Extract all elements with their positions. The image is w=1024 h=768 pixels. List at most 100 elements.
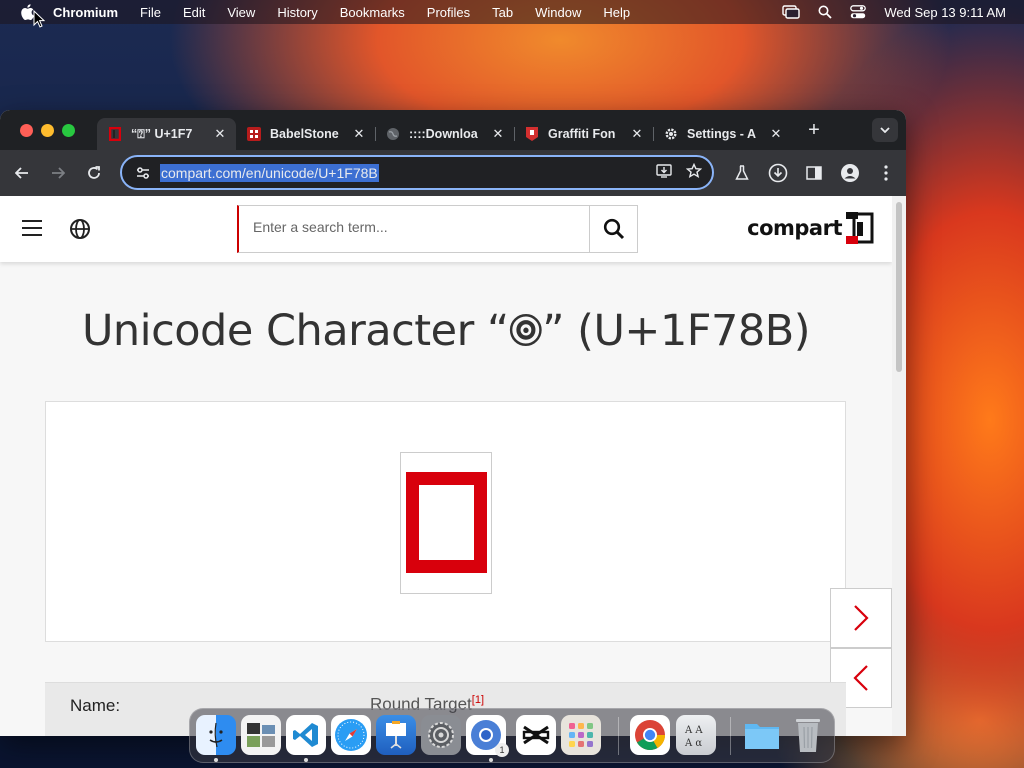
control-center-icon[interactable] — [850, 5, 867, 19]
logo-text: compart — [747, 216, 842, 240]
zoom-window-button[interactable] — [62, 123, 75, 137]
font-book-icon[interactable]: A A A α — [676, 715, 716, 755]
profile-button[interactable] — [832, 155, 868, 191]
round-target-glyph-icon — [406, 472, 487, 573]
dock: 1 A A A α — [189, 708, 835, 763]
url-text[interactable]: compart.com/en/unicode/U+1F78B — [160, 163, 379, 182]
compart-logo-mark-icon — [846, 212, 874, 244]
compart-icon — [107, 126, 123, 142]
vscode-icon[interactable] — [286, 715, 326, 755]
vscode-running-indicator — [304, 758, 308, 762]
capcut-icon[interactable] — [516, 715, 556, 755]
tab-title: ::::Downloa — [409, 127, 478, 141]
svg-text:A A: A A — [684, 725, 703, 736]
tab-close-icon[interactable]: ✕ — [629, 126, 645, 142]
menu-chromium[interactable]: Chromium — [53, 5, 118, 20]
screen-mirroring-icon[interactable] — [782, 5, 801, 19]
window-controls — [20, 123, 75, 137]
downloads-button[interactable] — [760, 155, 796, 191]
chevron-down-icon — [880, 127, 890, 133]
tab-title: BabelStone — [270, 127, 339, 141]
menu-file[interactable]: File — [140, 5, 161, 20]
next-character-button[interactable] — [830, 588, 892, 648]
folder-icon[interactable] — [742, 715, 782, 755]
tab-graffiti-fonts[interactable]: Graffiti Fon ✕ — [514, 118, 654, 150]
close-window-button[interactable] — [20, 123, 33, 137]
tab-close-icon[interactable]: ✕ — [212, 126, 228, 142]
new-tab-button[interactable]: + — [802, 119, 826, 142]
site-search-input[interactable] — [253, 219, 583, 235]
glyph-display-panel — [45, 401, 846, 642]
menu-bar-clock[interactable]: Wed Sep 13 9:11 AM — [884, 5, 1006, 20]
name-label: Name: — [70, 696, 121, 715]
menu-help[interactable]: Help — [603, 5, 630, 20]
search-icon — [603, 218, 624, 240]
reload-icon — [88, 166, 100, 179]
tab-close-icon[interactable]: ✕ — [768, 126, 784, 142]
mouse-pointer-icon — [33, 10, 45, 28]
spotlight-search-icon[interactable] — [818, 5, 832, 19]
profile-avatar-icon — [841, 164, 859, 182]
menu-edit[interactable]: Edit — [183, 5, 205, 20]
menu-history[interactable]: History — [277, 5, 317, 20]
trash-icon[interactable] — [788, 715, 828, 755]
tab-title: “⍰” U+1F7 — [131, 126, 193, 141]
browser-toolbar: compart.com/en/unicode/U+1F78B — [0, 150, 906, 196]
chromium-badge: 1 — [495, 743, 509, 757]
site-info-icon[interactable] — [128, 166, 158, 179]
menu-profiles[interactable]: Profiles — [427, 5, 470, 20]
scrollbar-thumb[interactable] — [896, 202, 902, 372]
system-settings-icon[interactable] — [421, 715, 461, 755]
tab-close-icon[interactable]: ✕ — [351, 126, 367, 142]
finder-icon[interactable] — [196, 715, 236, 755]
browser-menu-button[interactable] — [868, 155, 904, 191]
download-icon — [768, 163, 788, 183]
page-scrollbar[interactable] — [892, 196, 906, 736]
tab-search-button[interactable] — [872, 118, 898, 142]
language-globe-icon[interactable] — [69, 218, 91, 240]
chromium-running-indicator — [489, 758, 493, 762]
tab-close-icon[interactable]: ✕ — [490, 126, 506, 142]
back-button[interactable] — [4, 155, 40, 191]
dock-divider — [618, 717, 619, 755]
photo-browser-icon[interactable] — [241, 715, 281, 755]
compart-logo[interactable]: compart — [747, 212, 874, 244]
tab-title: Settings - A — [687, 127, 756, 141]
keynote-icon[interactable] — [376, 715, 416, 755]
launchpad-icon[interactable] — [561, 715, 601, 755]
babelstone-icon — [246, 126, 262, 142]
menu-window[interactable]: Window — [535, 5, 581, 20]
tab-babelstone[interactable]: BabelStone ✕ — [236, 118, 376, 150]
menu-tab[interactable]: Tab — [492, 5, 513, 20]
back-arrow-icon — [15, 167, 28, 179]
menu-bookmarks[interactable]: Bookmarks — [340, 5, 405, 20]
minimize-window-button[interactable] — [41, 123, 54, 137]
chevron-right-icon — [854, 605, 869, 631]
side-panel-button[interactable] — [796, 155, 832, 191]
hamburger-menu-icon[interactable] — [22, 220, 42, 241]
site-search-button[interactable] — [589, 206, 637, 252]
tab-download[interactable]: ::::Downloa ✕ — [375, 118, 515, 150]
graffiti-icon — [524, 126, 540, 142]
install-app-icon[interactable] — [656, 163, 672, 179]
site-search — [237, 205, 638, 253]
menu-bar: Chromium File Edit View History Bookmark… — [0, 0, 1024, 24]
chrome-icon[interactable] — [630, 715, 670, 755]
glyph-preview — [400, 452, 492, 594]
tab-settings[interactable]: Settings - A ✕ — [653, 118, 792, 150]
forward-button[interactable] — [40, 155, 76, 191]
tab-compart[interactable]: “⍰” U+1F7 ✕ — [97, 118, 236, 150]
apple-icon[interactable] — [20, 4, 34, 20]
bookmark-star-icon[interactable] — [686, 163, 702, 179]
svg-text:A α: A α — [684, 738, 702, 749]
menu-view[interactable]: View — [227, 5, 255, 20]
safari-icon[interactable] — [331, 715, 371, 755]
footnote-link[interactable]: [1] — [472, 694, 484, 706]
globe-icon — [385, 126, 401, 142]
chromium-icon[interactable]: 1 — [466, 715, 509, 757]
address-bar[interactable]: compart.com/en/unicode/U+1F78B — [120, 155, 714, 190]
reload-button[interactable] — [76, 155, 112, 191]
tab-strip: “⍰” U+1F7 ✕ BabelStone ✕ ::::Downloa ✕ G… — [0, 110, 906, 150]
labs-button[interactable] — [724, 155, 760, 191]
browser-window: “⍰” U+1F7 ✕ BabelStone ✕ ::::Downloa ✕ G… — [0, 110, 906, 736]
